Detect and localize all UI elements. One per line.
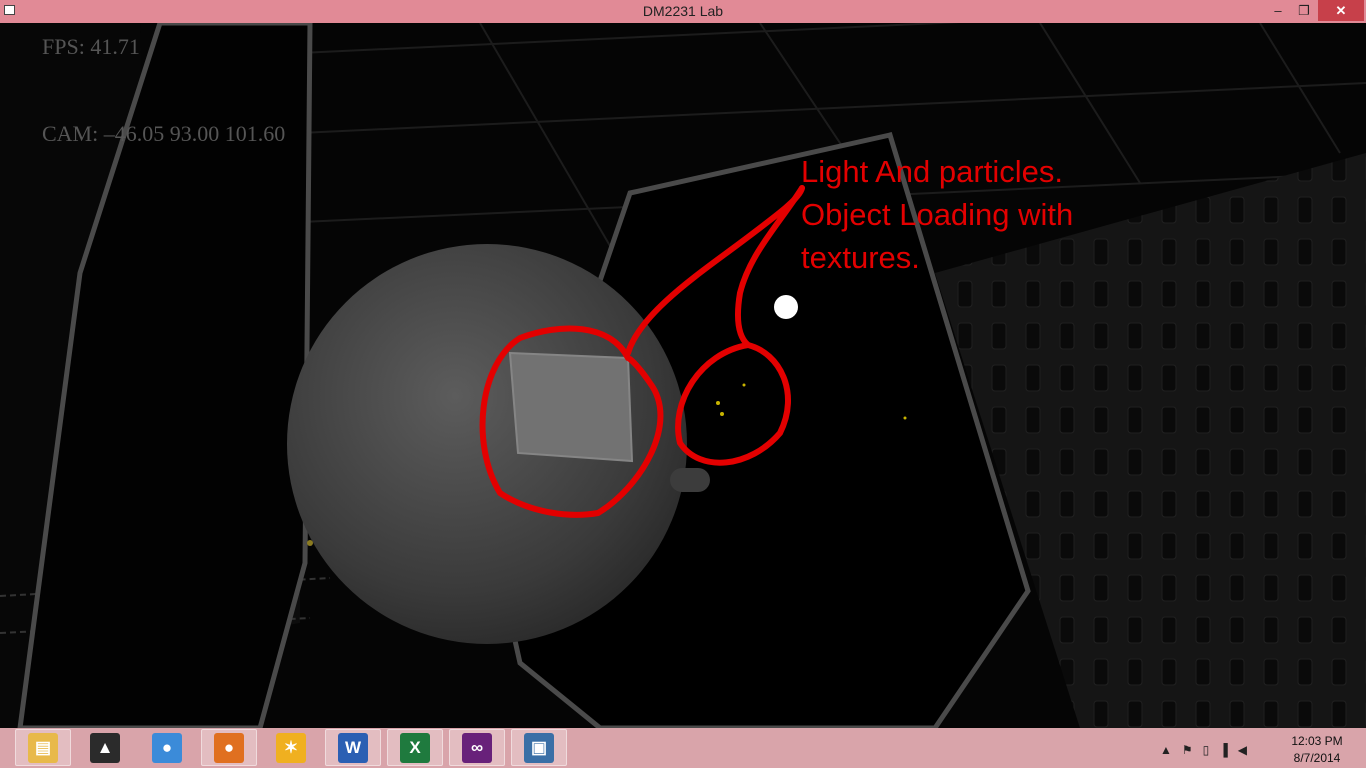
volume-icon[interactable]: ◀ [1238,743,1247,757]
clock-time: 12:03 PM [1291,734,1343,748]
render-viewport[interactable]: FPS: 41.71 CAM: –46.05 93.00 101.60 Ligh… [0,23,1366,728]
taskbar-button[interactable]: ✶ [263,729,319,766]
textured-box [508,351,634,463]
taskbar-button[interactable]: W [325,729,381,766]
action-center-flag-icon[interactable]: ⚑ [1182,743,1193,757]
system-tray: ▲ ⚑ ▯ ▐ ◀ [1160,740,1257,760]
app-hat-icon: ▲ [90,732,120,763]
camera-position-readout: CAM: –46.05 93.00 101.60 [42,121,286,146]
taskbar-button[interactable]: ● [139,729,195,766]
keys-app-icon: ✶ [276,732,306,763]
maximize-button[interactable]: ❐ [1291,0,1317,21]
excel-icon: X [400,732,430,763]
clock[interactable]: 12:03 PM 8/7/2014 [1282,733,1352,767]
close-button[interactable]: ✕ [1318,0,1364,21]
taskbar-button[interactable]: ▲ [77,729,133,766]
title-bar: DM2231 Lab – ❐ ✕ [0,0,1366,23]
taskbar-button[interactable]: ▣ [511,729,567,766]
word-icon: W [338,732,368,763]
minimize-button[interactable]: – [1265,0,1291,21]
chrome-icon: ● [152,732,182,763]
file-explorer-icon: ▤ [28,732,58,763]
visual-studio-icon: ∞ [462,732,492,763]
annotation-note: Light And particles. Object Loading with… [801,154,1074,275]
clock-date: 8/7/2014 [1293,751,1341,765]
taskbar-button[interactable]: ● [201,729,257,766]
dm2231-lab-window-icon: ▣ [524,732,554,763]
taskbar-button[interactable]: ∞ [449,729,505,766]
light-source [774,295,798,319]
show-hidden-icons-icon[interactable]: ▲ [1160,743,1172,757]
fps-counter: FPS: 41.71 [42,34,140,59]
window-title: DM2231 Lab [642,3,724,19]
taskbar-button[interactable]: X [387,729,443,766]
network-signal-icon[interactable]: ▐ [1219,743,1228,757]
firefox-icon: ● [214,732,244,763]
device-icon[interactable]: ▯ [1203,743,1210,757]
taskbar-button[interactable]: ▤ [15,729,71,766]
